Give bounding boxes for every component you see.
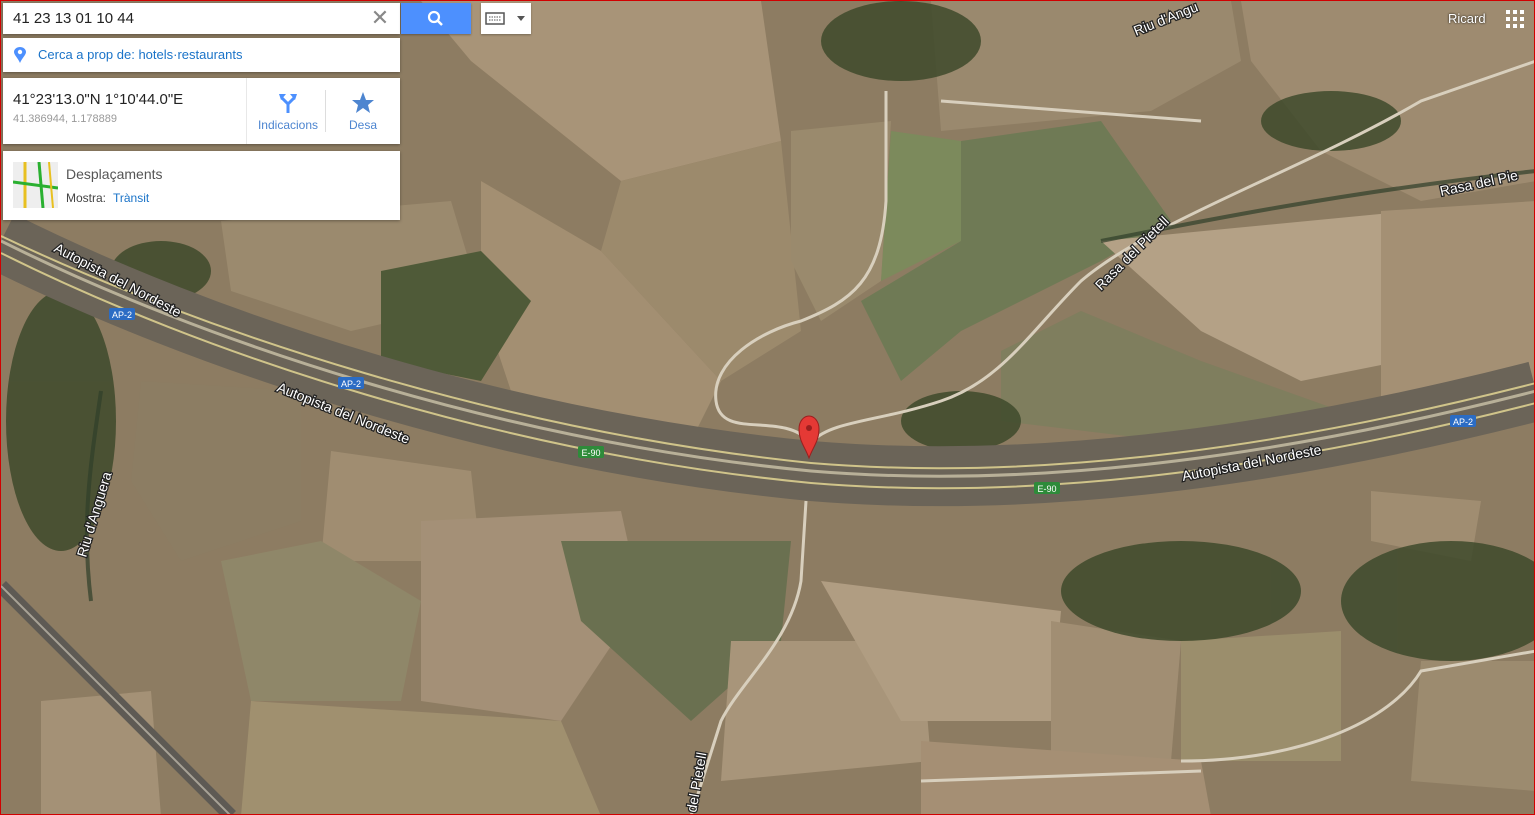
search-input[interactable]	[3, 3, 363, 34]
search-button[interactable]	[401, 3, 471, 34]
keyboard-button[interactable]	[481, 3, 531, 34]
traffic-card: Desplaçaments Mostra: Trànsit	[3, 151, 400, 220]
divider	[325, 90, 326, 132]
star-icon	[352, 92, 374, 113]
save-label: Desa	[348, 118, 377, 132]
shield-e90-1: E-90	[578, 446, 604, 458]
search-nearby-card[interactable]: Cerca a prop de: hotels·restaurants	[3, 38, 400, 72]
traffic-layer-link[interactable]: Trànsit	[113, 191, 149, 205]
user-name[interactable]: Ricard	[1448, 11, 1486, 26]
directions-button[interactable]: Indicacions	[251, 78, 325, 144]
svg-text:E-90: E-90	[581, 448, 600, 458]
svg-text:AP-2: AP-2	[1453, 417, 1473, 427]
save-button[interactable]: Desa	[327, 78, 399, 144]
coordinates-dms: 41°23'13.0"N 1°10'44.0"E	[13, 91, 184, 108]
keyboard-icon	[485, 12, 525, 25]
svg-text:AP-2: AP-2	[112, 310, 132, 320]
shield-ap2-1: AP-2	[109, 308, 135, 320]
shield-ap2-2: AP-2	[338, 377, 364, 389]
apps-grid-icon[interactable]	[1506, 10, 1524, 28]
svg-text:AP-2: AP-2	[341, 379, 361, 389]
divider	[246, 78, 247, 144]
directions-icon	[279, 94, 297, 113]
traffic-title: Desplaçaments	[66, 166, 163, 182]
search-box: ✕	[3, 3, 400, 34]
shield-e90-2: E-90	[1034, 482, 1060, 494]
directions-label: Indicacions	[257, 118, 319, 132]
search-nearby-link[interactable]: Cerca a prop de: hotels·restaurants	[38, 47, 243, 62]
traffic-show-label: Mostra:	[66, 191, 107, 205]
map-viewport[interactable]: Autopista del Nordeste Autopista del Nor…	[0, 0, 1535, 815]
svg-text:E-90: E-90	[1037, 484, 1056, 494]
search-icon	[427, 10, 443, 26]
dropdown-arrow-icon	[517, 16, 525, 21]
location-marker-icon	[14, 47, 26, 63]
traffic-map-thumbnail-icon	[13, 162, 58, 208]
coordinates-card: 41°23'13.0"N 1°10'44.0"E 41.386944, 1.17…	[3, 78, 400, 144]
clear-search-icon[interactable]: ✕	[370, 7, 390, 29]
shield-ap2-3: AP-2	[1450, 415, 1476, 427]
coordinates-decimal: 41.386944, 1.178889	[13, 113, 117, 125]
